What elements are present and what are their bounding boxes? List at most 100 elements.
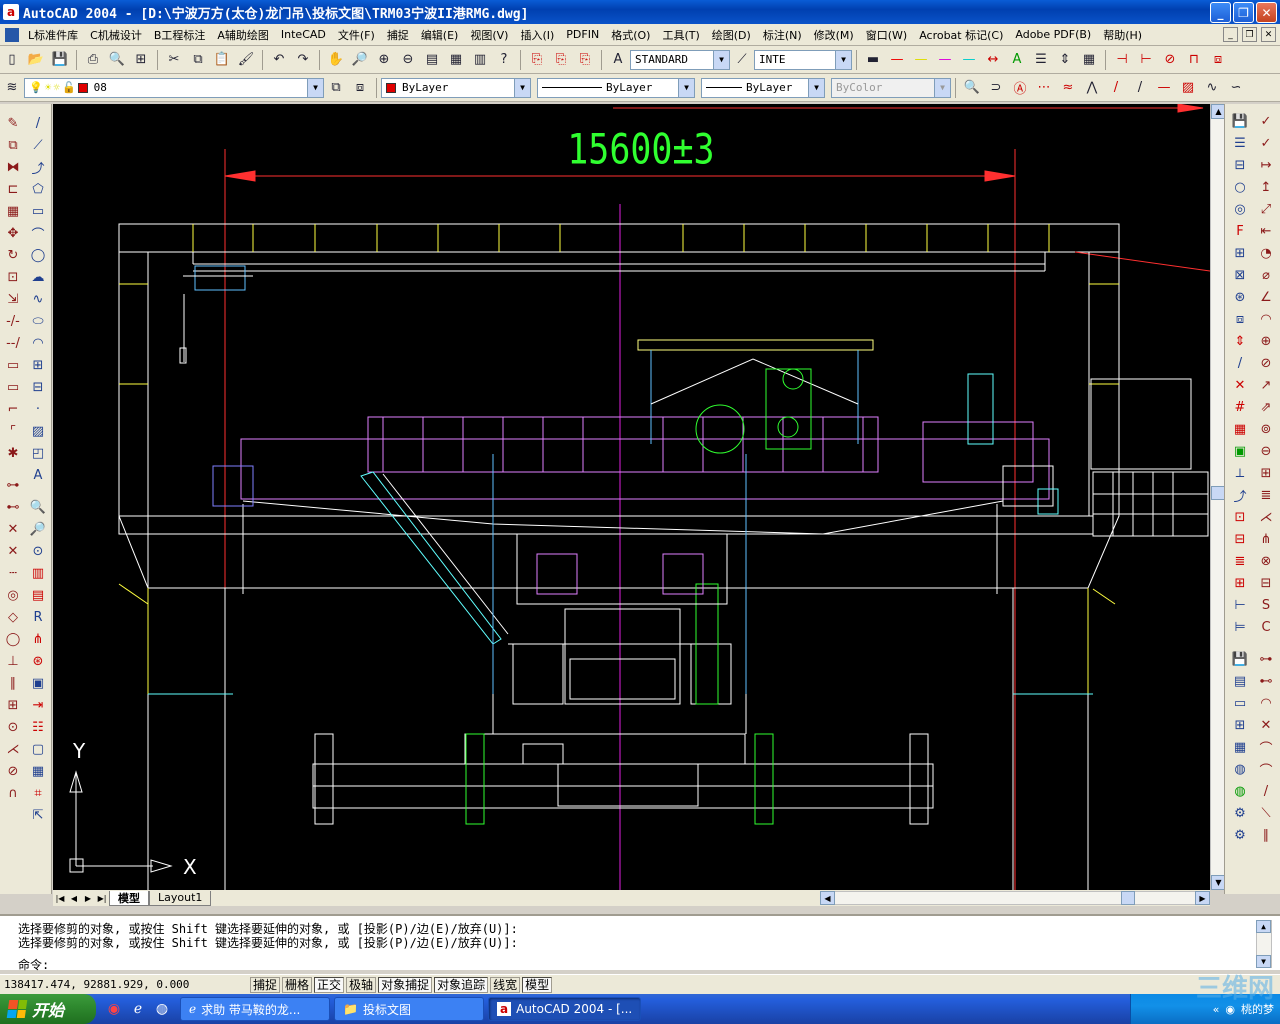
- dim-break-icon[interactable]: ≣: [1256, 484, 1276, 506]
- doc-restore-button[interactable]: ❐: [1242, 27, 1257, 42]
- view-icon[interactable]: ▤: [1230, 670, 1250, 692]
- symbols-icon[interactable]: ▦: [1230, 736, 1250, 758]
- cut-icon[interactable]: ✂: [163, 49, 185, 71]
- line-yellow-icon[interactable]: —: [910, 49, 932, 71]
- export-icon[interactable]: ⇱: [28, 804, 48, 826]
- snap-arc2-icon[interactable]: ⌒: [1256, 736, 1276, 758]
- grid-toggle[interactable]: 栅格: [282, 976, 313, 993]
- arc-icon[interactable]: ⌒: [28, 222, 48, 244]
- pdf-create-icon[interactable]: ⎘: [526, 49, 548, 71]
- close-button[interactable]: ✕: [1256, 2, 1277, 23]
- make-block-icon[interactable]: ⊟: [28, 376, 48, 398]
- settings-icon[interactable]: ⚙: [1230, 824, 1250, 846]
- help-icon[interactable]: ?: [493, 49, 515, 71]
- dim-space-icon[interactable]: ⋔: [1256, 528, 1276, 550]
- tolerance-icon[interactable]: ▣: [28, 672, 48, 694]
- dim-horizontal-icon[interactable]: ↦: [1256, 154, 1276, 176]
- gear-icon[interactable]: ⚙: [1230, 802, 1250, 824]
- snap-line3-icon[interactable]: ⟍: [1256, 802, 1276, 824]
- chevron-down-icon[interactable]: ▼: [514, 78, 530, 97]
- zoom-window-icon[interactable]: ⊕: [373, 49, 395, 71]
- red-line-icon[interactable]: —: [1153, 77, 1175, 99]
- zoom-icon[interactable]: 🔍: [28, 496, 48, 518]
- polygon-icon[interactable]: ⬠: [28, 178, 48, 200]
- offset-icon[interactable]: ⧈: [1207, 49, 1229, 71]
- chevron-down-icon[interactable]: ▼: [713, 50, 729, 69]
- scroll-left-icon[interactable]: ◀: [820, 891, 835, 905]
- lineweight-toggle[interactable]: 线宽: [490, 976, 521, 993]
- model-toggle[interactable]: 模型: [522, 976, 553, 993]
- open-file-icon[interactable]: 📂: [25, 49, 47, 71]
- datum-icon[interactable]: ⊛: [28, 650, 48, 672]
- dim-c-icon[interactable]: C: [1256, 616, 1276, 638]
- hatch-icon[interactable]: ▨: [1177, 77, 1199, 99]
- roughness-icon[interactable]: R: [28, 606, 48, 628]
- distance-icon[interactable]: ○: [1230, 176, 1250, 198]
- hatch-icon[interactable]: ▨: [28, 420, 48, 442]
- axis-icon[interactable]: ⟂: [1230, 462, 1250, 484]
- frame-icon[interactable]: ▦: [28, 760, 48, 782]
- dim-tol-icon[interactable]: ⊟: [1256, 572, 1276, 594]
- tag-icon[interactable]: ⇕: [1230, 330, 1250, 352]
- zoom-previous-icon[interactable]: ⊖: [397, 49, 419, 71]
- menu-help[interactable]: 帮助(H): [1097, 27, 1148, 43]
- wave-icon[interactable]: ≈: [1057, 77, 1079, 99]
- design-center-icon[interactable]: ▦: [445, 49, 467, 71]
- dim-angular-icon[interactable]: ∠: [1256, 286, 1276, 308]
- chevron-down-icon[interactable]: ▼: [678, 78, 694, 97]
- dim-continue-icon[interactable]: ⇤: [1256, 220, 1276, 242]
- snap-int2-icon[interactable]: ✕: [1256, 714, 1276, 736]
- mtext-icon[interactable]: A: [28, 464, 48, 486]
- dim-inspect-icon[interactable]: ⊗: [1256, 550, 1276, 572]
- next-tab-icon[interactable]: ▶: [81, 891, 95, 905]
- dim-leader-icon[interactable]: ↗: [1256, 374, 1276, 396]
- snap-tangent-icon[interactable]: ◯: [3, 628, 23, 650]
- extend-icon[interactable]: --/: [3, 332, 23, 354]
- calc-icon[interactable]: ⊞: [1230, 242, 1250, 264]
- make-layer-current-icon[interactable]: ⧉: [325, 77, 347, 99]
- dim-aligned2-icon[interactable]: ⤢: [1256, 198, 1276, 220]
- plotstyle-select[interactable]: ByColor ▼: [831, 77, 951, 98]
- construction-line-icon[interactable]: ⟋: [28, 134, 48, 156]
- drawing-canvas[interactable]: 15600±3 Y X: [53, 104, 1210, 890]
- menu-std-parts[interactable]: L标准件库: [22, 27, 84, 43]
- hscroll-thumb[interactable]: [1121, 891, 1135, 905]
- snap-parallel-icon[interactable]: ∥: [3, 672, 23, 694]
- ruler-icon[interactable]: ⊠: [1230, 264, 1250, 286]
- dim-style-icon[interactable]: ⟋: [731, 49, 753, 71]
- trim-icon[interactable]: ⊣: [1111, 49, 1133, 71]
- sun-icon[interactable]: ☀: [45, 81, 52, 94]
- menu-modify[interactable]: 修改(M): [808, 27, 860, 43]
- menu-insert[interactable]: 插入(I): [514, 27, 560, 43]
- break-point-icon[interactable]: ▭: [3, 354, 23, 376]
- revision-cloud-icon[interactable]: ☁: [28, 266, 48, 288]
- copy-object-icon[interactable]: ⧉: [3, 134, 23, 156]
- last-tab-icon[interactable]: ▶|: [95, 891, 109, 905]
- snap-extension-icon[interactable]: ┄: [3, 562, 23, 584]
- menu-edit[interactable]: 编辑(E): [415, 27, 465, 43]
- menu-snap[interactable]: 捕捉: [381, 27, 415, 43]
- snap-perpendicular-icon[interactable]: ⊥: [3, 650, 23, 672]
- snap-insert-icon[interactable]: ⊞: [3, 694, 23, 716]
- spline-icon[interactable]: ∿: [1201, 77, 1223, 99]
- dim-aligned-icon[interactable]: ▤: [28, 584, 48, 606]
- command-prompt[interactable]: 命令:: [18, 956, 49, 973]
- menu-view[interactable]: 视图(V): [464, 27, 514, 43]
- dim-update-icon[interactable]: ⊞: [1256, 462, 1276, 484]
- chevron-down-icon[interactable]: ▼: [808, 78, 824, 97]
- balloon-icon[interactable]: ⇥: [28, 694, 48, 716]
- minimize-button[interactable]: _: [1210, 2, 1231, 23]
- dim-jog-icon[interactable]: ⋌: [1256, 506, 1276, 528]
- dim-diameter-icon[interactable]: ⌀: [1256, 264, 1276, 286]
- snap-none-icon[interactable]: ⊘: [3, 760, 23, 782]
- paste-icon[interactable]: 📋: [211, 49, 233, 71]
- text-frame-icon[interactable]: Ⓐ: [1009, 77, 1031, 99]
- line-magenta-icon[interactable]: —: [934, 49, 956, 71]
- dim-style2-icon[interactable]: ✓: [1256, 110, 1276, 132]
- menu-tools[interactable]: 工具(T): [656, 27, 705, 43]
- taskbar-item-autocad[interactable]: a AutoCAD 2004 - [...: [488, 997, 642, 1021]
- spline-icon[interactable]: ∿: [28, 288, 48, 310]
- menu-intecad[interactable]: InteCAD: [275, 28, 332, 41]
- menu-file[interactable]: 文件(F): [332, 27, 381, 43]
- copy-icon[interactable]: ⧉: [187, 49, 209, 71]
